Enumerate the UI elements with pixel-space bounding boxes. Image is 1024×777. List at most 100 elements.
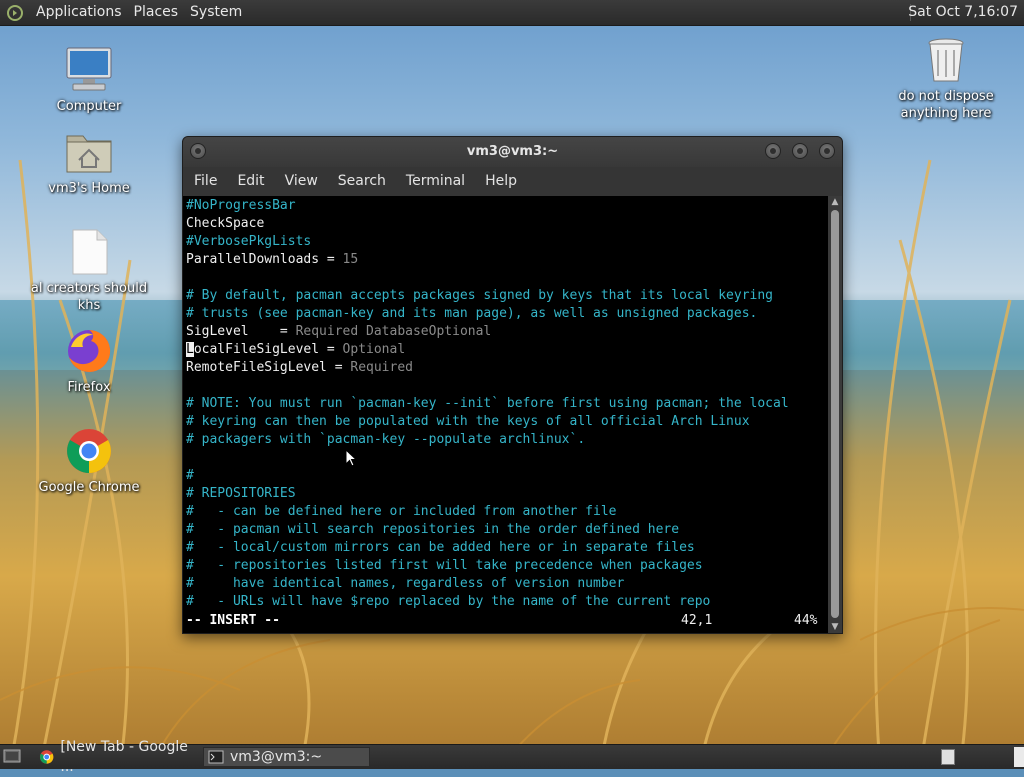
terminal-line: # have identical names, regardless of ve… (186, 575, 624, 593)
vim-status-line: -- INSERT -- 42,1 44% (186, 612, 826, 630)
taskbar-item-chrome[interactable]: [New Tab - Google ... (35, 739, 200, 775)
terminal-line: ParallelDownloads = 15 (186, 251, 358, 269)
show-desktop-icon[interactable] (3, 748, 21, 765)
home-folder-icon (65, 128, 113, 176)
terminal-text: # By default, pacman accepts packages si… (186, 288, 773, 303)
menu-places[interactable]: Places (128, 0, 185, 25)
terminal-text: #VerbosePkgLists (186, 234, 312, 249)
trash-applet-icon[interactable] (941, 749, 955, 765)
clock[interactable]: Sat Oct 7,16:07 (908, 0, 1018, 25)
close-button[interactable] (819, 143, 835, 159)
scroll-down-arrow-icon[interactable]: ▼ (828, 621, 842, 633)
terminal-line: # - pacman will search repositories in t… (186, 521, 679, 539)
terminal-line: #NoProgressBar (186, 197, 296, 215)
terminal-line: # By default, pacman accepts packages si… (186, 287, 773, 305)
desktop-icon-chrome[interactable]: Google Chrome (19, 427, 159, 496)
firefox-icon (65, 327, 113, 375)
window-title: vm3@vm3:~ (466, 144, 559, 159)
menu-search[interactable]: Search (328, 167, 396, 196)
desktop-icon-label: Firefox (67, 380, 111, 395)
desktop-icon-home[interactable]: vm3's Home (19, 128, 159, 197)
terminal-screen[interactable]: -- INSERT -- 42,1 44% #NoProgressBar Chec… (183, 196, 828, 633)
terminal-line: CheckSpace (186, 215, 264, 233)
menu-help[interactable]: Help (475, 167, 527, 196)
taskbar-item-terminal[interactable]: vm3@vm3:~ (203, 747, 370, 767)
terminal-line: RemoteFileSigLevel = Required (186, 359, 413, 377)
desktop-icon-label: al creators should khs (30, 281, 148, 313)
terminal-line: # (186, 467, 194, 485)
terminal-line: # - can be defined here or included from… (186, 503, 616, 521)
terminal-text: SigLevel = (186, 324, 296, 339)
menu-system[interactable]: System (184, 0, 248, 25)
maximize-button[interactable] (792, 143, 808, 159)
bottom-panel: [New Tab - Google ... vm3@vm3:~ (0, 739, 1024, 775)
trash-icon (922, 36, 970, 84)
menu-file[interactable]: File (183, 167, 227, 196)
desktop-icon-label: do not dispose anything here (898, 89, 994, 121)
terminal-line: # - local/custom mirrors can be added he… (186, 539, 695, 557)
terminal-scrollbar[interactable]: ▲ ▼ (828, 196, 842, 633)
terminal-text: # - repositories listed first will take … (186, 558, 703, 573)
menu-edit[interactable]: Edit (227, 167, 274, 196)
menu-applications[interactable]: Applications (30, 0, 128, 25)
terminal-text: CheckSpace (186, 216, 265, 231)
terminal-text: # have identical names, regardless of ve… (186, 576, 625, 591)
terminal-line: # NOTE: You must run `pacman-key --init`… (186, 395, 789, 413)
terminal-line: LocalFileSigLevel = Optional (186, 341, 405, 359)
terminal-text: ocalFileSigLevel = (193, 342, 343, 357)
desktop-icon-label: Google Chrome (38, 480, 140, 495)
desktop-icon-label: Computer (56, 99, 122, 114)
terminal-text: # (186, 468, 194, 483)
terminal-window[interactable]: vm3@vm3:~ File Edit View Search Terminal… (182, 136, 843, 634)
terminal-icon (208, 750, 224, 764)
scroll-track[interactable] (831, 210, 839, 618)
vim-mode: -- INSERT -- (186, 613, 280, 628)
mouse-pointer-icon (345, 449, 357, 467)
terminal-menubar: File Edit View Search Terminal Help (183, 167, 842, 196)
terminal-text: # - can be defined here or included from… (186, 504, 617, 519)
menu-view[interactable]: View (275, 167, 328, 196)
top-panel: Applications Places System Sat Oct 7,16:… (0, 0, 1024, 26)
terminal-text: # - URLs will have $repo replaced by the… (186, 594, 711, 609)
workspace-switcher[interactable] (1014, 747, 1024, 767)
terminal-text: # trusts (see pacman-key and its man pag… (186, 306, 758, 321)
computer-icon (65, 46, 113, 94)
terminal-line: # trusts (see pacman-key and its man pag… (186, 305, 757, 323)
scroll-percent: 44% (794, 613, 818, 628)
desktop-icon-file[interactable]: al creators should khs (19, 228, 159, 314)
terminal-text: # REPOSITORIES (186, 486, 296, 501)
terminal-text: Optional (342, 342, 406, 357)
applications-logo-icon[interactable] (6, 4, 24, 22)
titlebar[interactable]: vm3@vm3:~ (183, 137, 842, 167)
terminal-line: # - repositories listed first will take … (186, 557, 703, 575)
chrome-icon (39, 750, 54, 764)
terminal-text: ParallelDownloads = (186, 252, 343, 267)
taskbar-item-label: [New Tab - Google ... (60, 739, 188, 775)
terminal-line: SigLevel = Required DatabaseOptional (186, 323, 491, 341)
terminal-text: # NOTE: You must run `pacman-key --init`… (186, 396, 789, 411)
terminal-line: # packagers with `pacman-key --populate … (186, 431, 585, 449)
taskbar-item-label: vm3@vm3:~ (230, 749, 323, 765)
terminal-line: #VerbosePkgLists (186, 233, 311, 251)
text-cursor: L (186, 342, 194, 357)
terminal-text: # - pacman will search repositories in t… (186, 522, 680, 537)
terminal-text: # keyring can then be populated with the… (186, 414, 750, 429)
desktop-icon-computer[interactable]: Computer (19, 46, 159, 115)
terminal-text: RemoteFileSigLevel = (186, 360, 351, 375)
desktop-icon-label: vm3's Home (48, 181, 130, 196)
file-icon (65, 228, 113, 276)
terminal-text: #NoProgressBar (186, 198, 296, 213)
menu-terminal[interactable]: Terminal (396, 167, 475, 196)
terminal-text: # - local/custom mirrors can be added he… (186, 540, 695, 555)
terminal-text: 15 (342, 252, 359, 267)
terminal-text: Required DatabaseOptional (295, 324, 492, 339)
terminal-line: # keyring can then be populated with the… (186, 413, 750, 431)
desktop-icon-trash[interactable]: do not dispose anything here (876, 36, 1016, 122)
minimize-button[interactable] (765, 143, 781, 159)
desktop-icon-firefox[interactable]: Firefox (19, 327, 159, 396)
terminal-text: Required (350, 360, 413, 375)
chrome-icon (65, 427, 113, 475)
scroll-thumb[interactable] (831, 210, 839, 618)
scroll-up-arrow-icon[interactable]: ▲ (828, 196, 842, 208)
terminal-line: # REPOSITORIES (186, 485, 296, 503)
